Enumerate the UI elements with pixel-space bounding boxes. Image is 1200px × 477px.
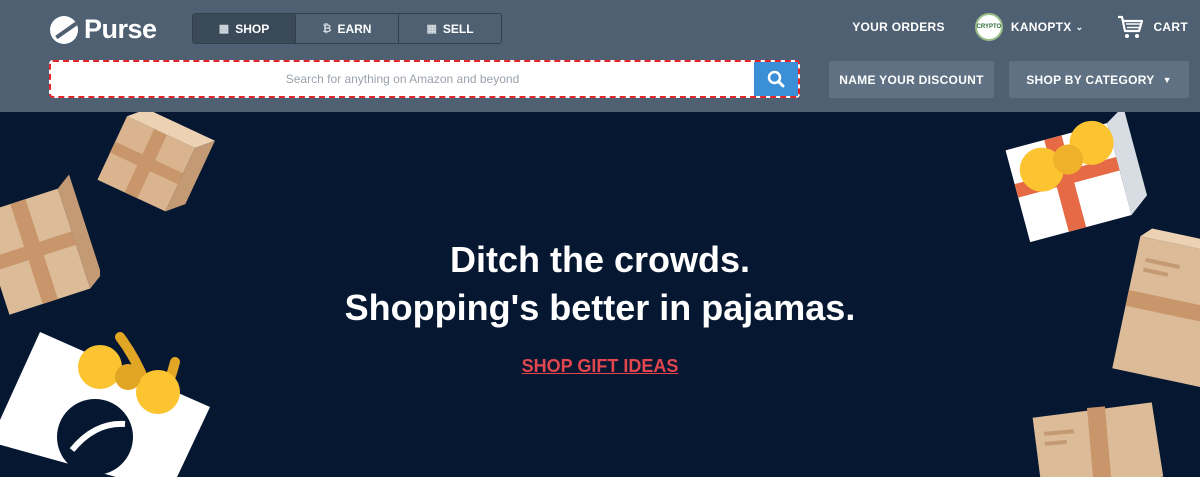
cta-container: SHOP GIFT IDEAS [0, 356, 1200, 377]
hero-banner: Ditch the crowds. Shopping's better in p… [0, 112, 1200, 477]
name-your-discount-button[interactable]: NAME YOUR DISCOUNT [829, 61, 994, 98]
category-label: SHOP BY CATEGORY [1026, 72, 1155, 87]
tab-label: SHOP [235, 21, 270, 36]
brand-logo[interactable]: Purse [50, 14, 157, 45]
hero-headline: Ditch the crowds. Shopping's better in p… [0, 236, 1200, 332]
your-orders-link[interactable]: YOUR ORDERS [852, 20, 945, 34]
gift-box-icon [1032, 402, 1164, 477]
username: KANOPTX [1010, 20, 1072, 34]
discount-label: NAME YOUR DISCOUNT [839, 72, 984, 87]
brand-name: Purse [84, 14, 157, 44]
tab-sell[interactable]: ▦ SELL [399, 14, 501, 43]
caret-down-icon: ▼ [1162, 74, 1172, 85]
tab-shop[interactable]: ▩ SHOP [193, 14, 296, 43]
avatar: CRYPTO [974, 13, 1003, 41]
cart-label: CART [1153, 20, 1188, 34]
cart-button[interactable]: CART [1117, 14, 1188, 40]
chevron-down-icon: ⌄ [1075, 21, 1084, 32]
account-nav: YOUR ORDERS CRYPTO KANOPTX ⌄ CART [852, 12, 1188, 42]
search-input[interactable] [51, 62, 754, 96]
gift-box-icon [1005, 112, 1148, 242]
headline-line-1: Ditch the crowds. [449, 239, 751, 280]
tab-earn[interactable]: ₿ EARN [296, 14, 399, 43]
shop-gift-ideas-link[interactable]: SHOP GIFT IDEAS [522, 356, 679, 376]
shop-by-category-button[interactable]: SHOP BY CATEGORY ▼ [1009, 61, 1189, 98]
calculator-icon: ▦ [426, 23, 437, 35]
avatar-text: CRYPTO [976, 24, 1002, 30]
site-header: Purse ▩ SHOP ₿ EARN ▦ SELL YOUR ORDERS C… [0, 0, 1200, 112]
gift-icon: ▩ [218, 23, 230, 35]
mode-tabs: ▩ SHOP ₿ EARN ▦ SELL [192, 13, 502, 44]
search-icon [767, 70, 785, 88]
tab-label: EARN [337, 21, 372, 36]
headline-line-2: Shopping's better in pajamas. [344, 287, 856, 328]
search-bar [49, 60, 800, 98]
purse-logo-icon [50, 15, 78, 44]
gift-box-icon [97, 112, 215, 212]
shopping-bag-icon [0, 332, 210, 477]
bitcoin-icon: ₿ [322, 22, 332, 35]
tab-label: SELL [442, 21, 474, 36]
search-button[interactable] [754, 62, 798, 96]
user-menu[interactable]: CRYPTO KANOPTX ⌄ [974, 13, 1084, 41]
cart-icon [1118, 15, 1144, 38]
